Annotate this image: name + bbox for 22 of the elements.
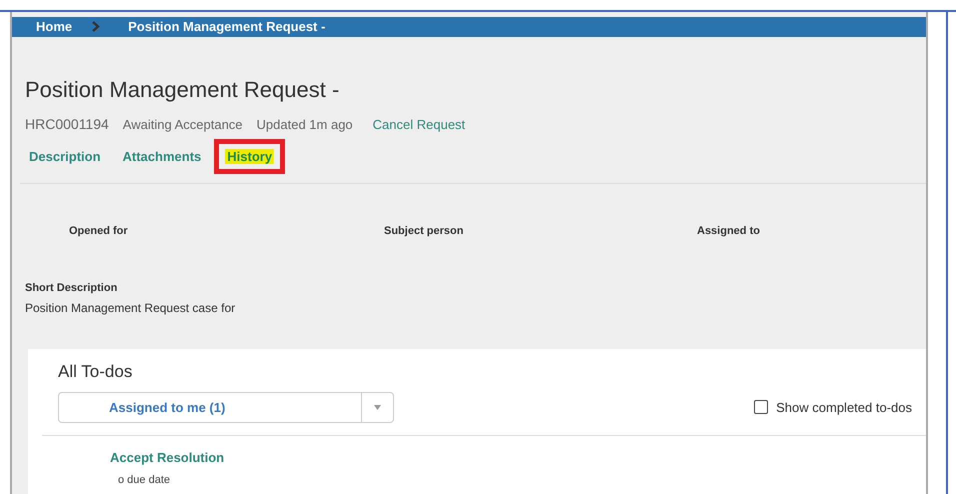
- chevron-icon: [92, 21, 100, 32]
- page-title: Position Management Request -: [25, 76, 340, 104]
- breadcrumb-item[interactable]: Position Management Request -: [128, 17, 326, 36]
- due-date-text: o due date: [118, 473, 171, 488]
- filter-dropdown[interactable]: Assigned to me (1): [58, 392, 394, 423]
- tab[interactable]: Attachments: [114, 138, 210, 174]
- todo-title-link[interactable]: Accept Resolution: [110, 450, 224, 465]
- request-number: HRC0001194: [25, 114, 109, 134]
- field-value: Position Management Request case for: [25, 300, 236, 316]
- home-link[interactable]: Home: [36, 17, 72, 36]
- field-label: Assigned to: [697, 225, 760, 237]
- show-completed-checkbox[interactable]: Show completed to-dos: [754, 398, 912, 418]
- cancel-request-link[interactable]: Cancel Request: [372, 114, 466, 134]
- field-label: Short Description: [25, 281, 118, 296]
- field-label: Opened for: [69, 225, 128, 237]
- caret-icon: [374, 405, 381, 410]
- status-text: Awaiting Acceptance: [122, 116, 243, 134]
- tab[interactable]: Description: [20, 138, 110, 174]
- tab[interactable]: History: [214, 138, 286, 174]
- updated-text: Updated 1m ago: [256, 116, 353, 134]
- field-label: Subject person: [384, 225, 464, 237]
- section-title: All To-dos: [58, 360, 134, 382]
